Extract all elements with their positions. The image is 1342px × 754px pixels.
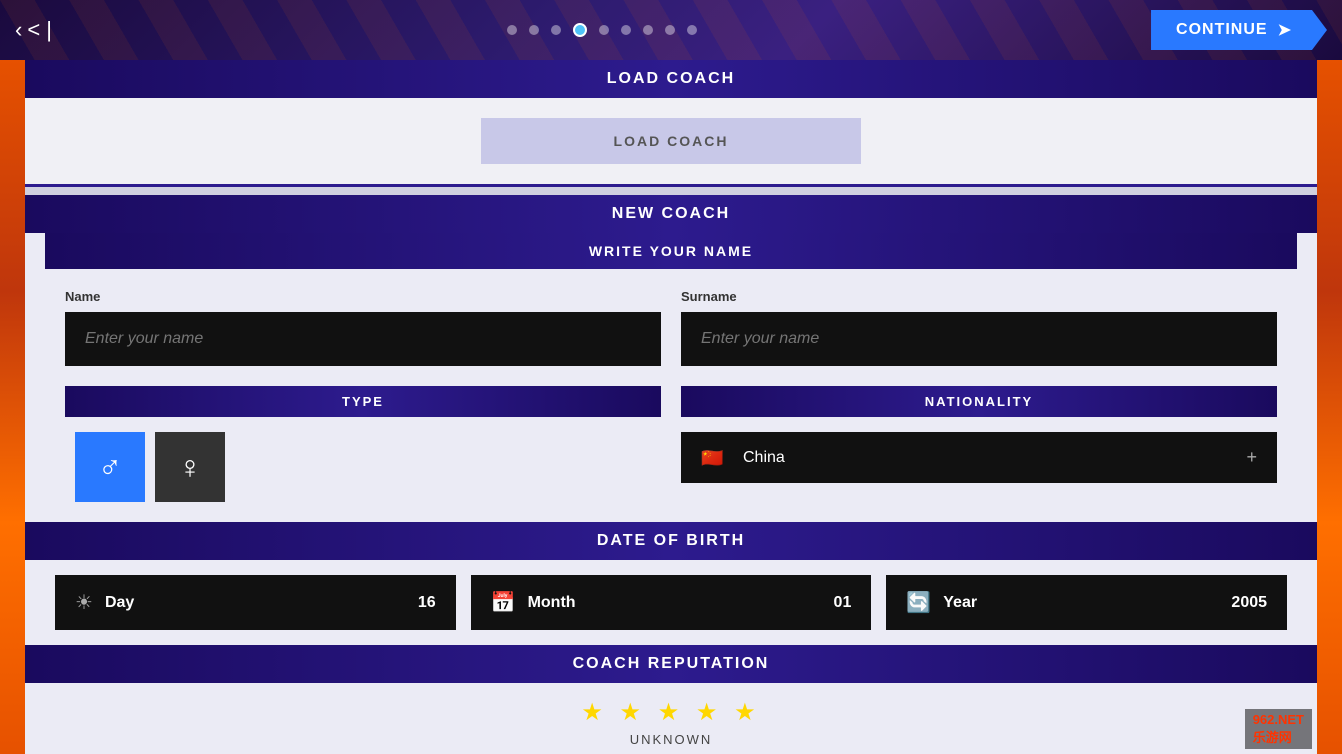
progress-dot-5[interactable] xyxy=(599,25,609,35)
name-field: Name xyxy=(65,289,661,366)
back-label: < | xyxy=(27,17,52,43)
section-divider-1 xyxy=(25,187,1317,195)
year-value: 2005 xyxy=(1231,594,1267,612)
month-icon: 📅 xyxy=(491,590,516,615)
country-flag-icon: 🇨🇳 xyxy=(701,448,731,468)
day-label: Day xyxy=(105,594,406,612)
nationality-expand-icon: + xyxy=(1246,447,1257,468)
nationality-selector[interactable]: 🇨🇳 China + xyxy=(681,432,1277,483)
right-decorative-strip xyxy=(1317,60,1342,754)
progress-dots xyxy=(507,23,697,37)
back-arrow-icon: ‹ xyxy=(15,17,22,43)
day-icon: ☀ xyxy=(75,590,93,615)
continue-label: CONTINUE xyxy=(1176,21,1268,39)
top-navigation-bar: ‹ < | CONTINUE ➤ xyxy=(0,0,1342,60)
year-icon: 🔄 xyxy=(906,590,931,615)
reputation-content: ★ ★ ★ ★ ★ UNKNOWN xyxy=(25,683,1317,754)
progress-dot-4[interactable] xyxy=(573,23,587,37)
watermark-subtext: 乐游网 xyxy=(1253,730,1292,745)
load-coach-section: LOAD COACH xyxy=(25,98,1317,187)
progress-dot-9[interactable] xyxy=(687,25,697,35)
reputation-label: UNKNOWN xyxy=(40,732,1302,747)
month-field[interactable]: 📅 Month 01 xyxy=(471,575,872,630)
type-section: TYPE ♂ ♀ xyxy=(65,386,661,502)
year-label: Year xyxy=(943,594,1219,612)
year-field[interactable]: 🔄 Year 2005 xyxy=(886,575,1287,630)
continue-arrow-icon: ➤ xyxy=(1278,20,1292,40)
progress-dot-7[interactable] xyxy=(643,25,653,35)
coach-reputation-section: COACH REPUTATION ★ ★ ★ ★ ★ UNKNOWN xyxy=(25,645,1317,754)
progress-dot-1[interactable] xyxy=(507,25,517,35)
date-of-birth-section: DATE OF BIRTH ☀ Day 16 📅 Month 01 🔄 Year… xyxy=(25,522,1317,645)
country-name: China xyxy=(743,449,1234,467)
nationality-section: NATIONALITY 🇨🇳 China + xyxy=(681,386,1277,502)
main-content-area: LOAD COACH LOAD COACH NEW COACH WRITE YO… xyxy=(25,60,1317,754)
gender-buttons: ♂ ♀ xyxy=(65,432,661,502)
watermark: 962.NET 乐游网 xyxy=(1245,709,1312,749)
name-label: Name xyxy=(65,289,661,304)
name-fields-container: Name Surname xyxy=(25,269,1317,386)
dob-fields-container: ☀ Day 16 📅 Month 01 🔄 Year 2005 xyxy=(25,560,1317,645)
surname-field: Surname xyxy=(681,289,1277,366)
month-value: 01 xyxy=(834,594,852,612)
watermark-text: 962.NET xyxy=(1253,712,1304,727)
back-button[interactable]: ‹ < | xyxy=(15,17,52,43)
day-field[interactable]: ☀ Day 16 xyxy=(55,575,456,630)
type-nationality-row: TYPE ♂ ♀ NATIONALITY 🇨🇳 China xyxy=(25,386,1317,522)
progress-dot-2[interactable] xyxy=(529,25,539,35)
continue-button[interactable]: CONTINUE ➤ xyxy=(1151,10,1327,50)
new-coach-section: WRITE YOUR NAME Name Surname TYPE ♂ xyxy=(25,233,1317,754)
male-gender-icon: ♂ xyxy=(98,449,122,486)
write-name-header: WRITE YOUR NAME xyxy=(45,233,1297,269)
nationality-header: NATIONALITY xyxy=(681,386,1277,417)
name-input[interactable] xyxy=(65,312,661,366)
male-gender-button[interactable]: ♂ xyxy=(75,432,145,502)
female-gender-button[interactable]: ♀ xyxy=(155,432,225,502)
type-header: TYPE xyxy=(65,386,661,417)
reputation-stars: ★ ★ ★ ★ ★ xyxy=(40,698,1302,727)
load-coach-section-header: LOAD COACH xyxy=(25,60,1317,98)
month-label: Month xyxy=(528,594,822,612)
female-gender-icon: ♀ xyxy=(178,449,202,486)
left-decorative-strip xyxy=(0,60,25,754)
load-coach-button[interactable]: LOAD COACH xyxy=(481,118,861,164)
date-of-birth-header: DATE OF BIRTH xyxy=(25,522,1317,560)
reputation-header: COACH REPUTATION xyxy=(25,645,1317,683)
surname-input[interactable] xyxy=(681,312,1277,366)
progress-dot-8[interactable] xyxy=(665,25,675,35)
day-value: 16 xyxy=(418,594,436,612)
new-coach-section-header: NEW COACH xyxy=(25,195,1317,233)
progress-dot-6[interactable] xyxy=(621,25,631,35)
progress-dot-3[interactable] xyxy=(551,25,561,35)
surname-label: Surname xyxy=(681,289,1277,304)
